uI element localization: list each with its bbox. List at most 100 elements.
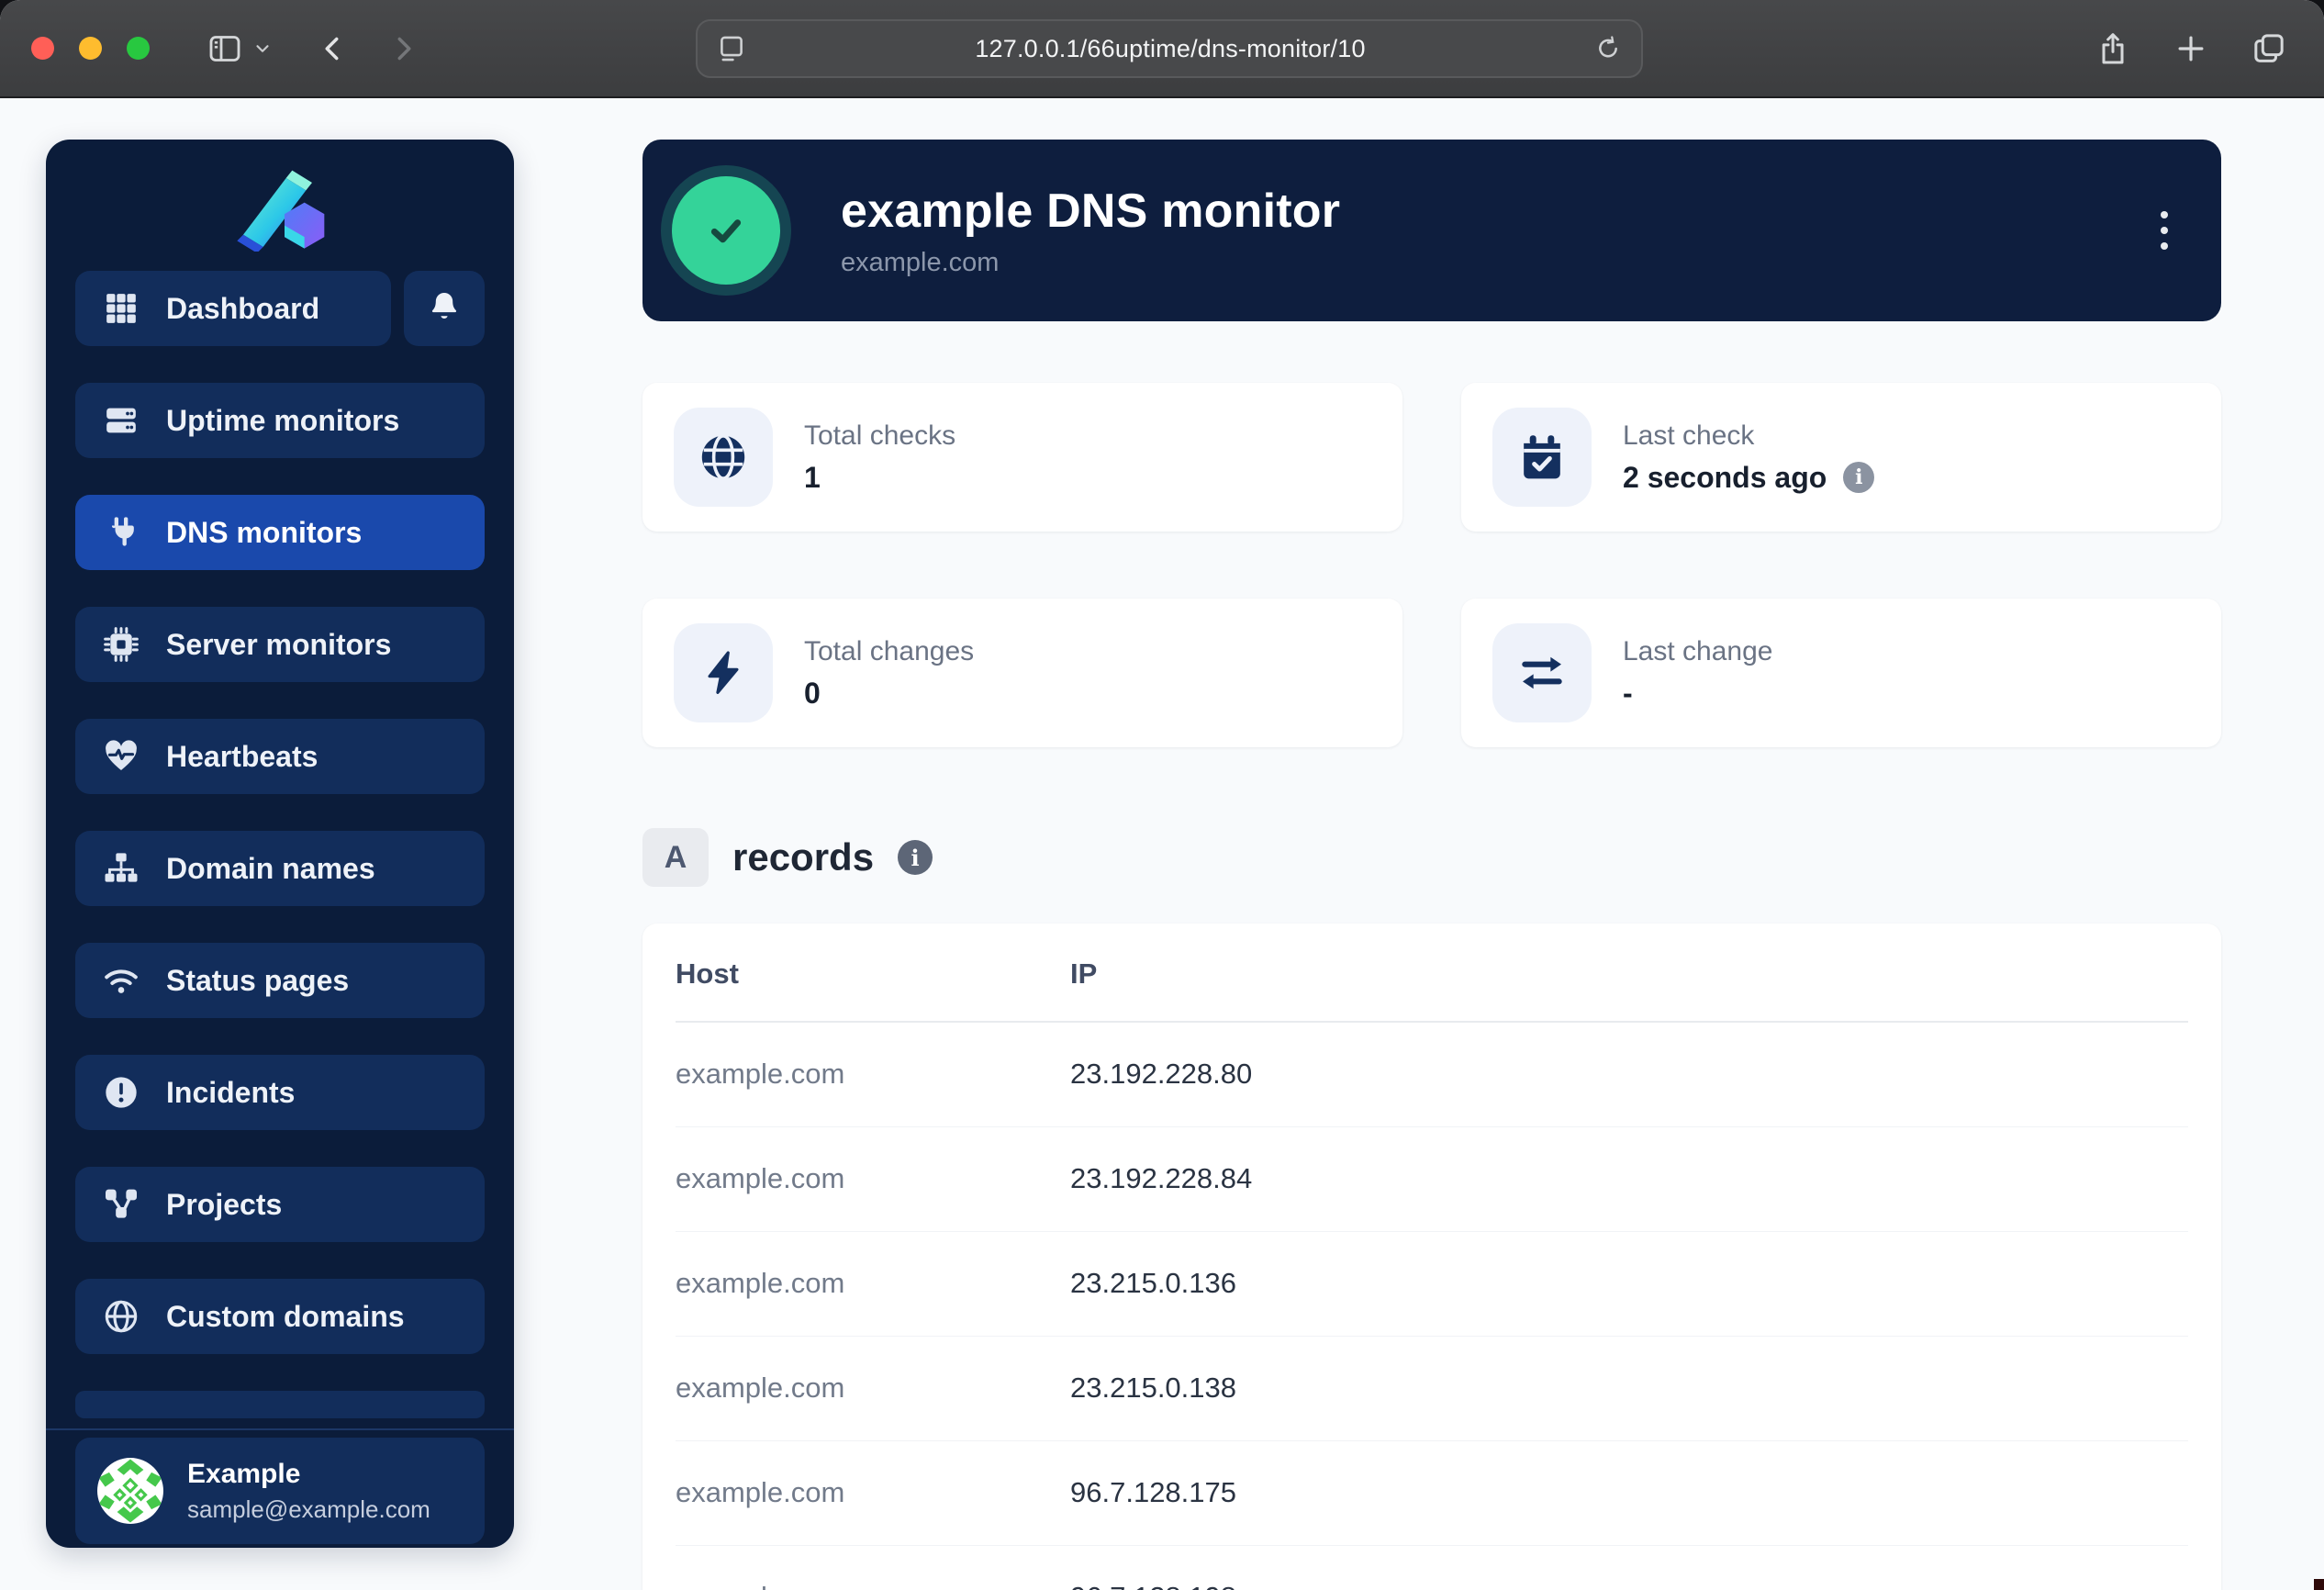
ip-cell: 96.7.128.198 — [1070, 1545, 2188, 1590]
sitemap-icon — [101, 850, 141, 887]
records-table-card: Host IP example.com 23.192.228.80 exampl… — [642, 924, 2221, 1590]
browser-toolbar: 127.0.0.1/66uptime/dns-monitor/10 — [0, 0, 2324, 98]
screen-corner-artifact — [2314, 1579, 2324, 1590]
sidebar-item-heartbeats[interactable]: Heartbeats — [75, 719, 485, 794]
sidebar-item-label: Server monitors — [166, 628, 391, 662]
stat-label: Total checks — [804, 420, 955, 452]
stat-value: 1 — [804, 461, 821, 495]
stat-card-last-change: Last change - — [1461, 599, 2221, 747]
sidebar-item-label: Projects — [166, 1188, 282, 1222]
stat-label: Last check — [1623, 420, 1874, 452]
calendar-check-icon — [1492, 408, 1592, 507]
host-cell: example.com — [676, 1336, 1070, 1440]
sidebar-item-label: DNS monitors — [166, 516, 362, 550]
user-email: sample@example.com — [187, 1495, 430, 1524]
record-type-badge: A — [642, 828, 709, 887]
records-title: records — [732, 835, 874, 879]
table-row: example.com 23.215.0.136 — [676, 1231, 2188, 1336]
heart-pulse-icon — [101, 738, 141, 775]
sidebar-toggle-icon[interactable] — [207, 30, 243, 67]
ip-cell: 23.192.228.84 — [1070, 1126, 2188, 1231]
diagram-project-icon — [101, 1186, 141, 1223]
page-content: Dashboard — [0, 100, 2324, 1590]
sidebar-item-label: Custom domains — [166, 1300, 405, 1334]
app-sidebar: Dashboard — [46, 140, 514, 1548]
browser-window: 127.0.0.1/66uptime/dns-monitor/10 — [0, 0, 2324, 1590]
sidebar-item-label: Status pages — [166, 964, 349, 998]
ip-cell: 23.215.0.136 — [1070, 1231, 2188, 1336]
sidebar-item-projects[interactable]: Projects — [75, 1167, 485, 1242]
column-header-host: Host — [676, 924, 1070, 1022]
sidebar-item-custom-domains[interactable]: Custom domains — [75, 1279, 485, 1354]
stat-label: Total changes — [804, 636, 974, 667]
sidebar-item-partial[interactable] — [75, 1391, 485, 1418]
close-window-button[interactable] — [31, 37, 54, 60]
tab-overview-icon[interactable] — [2251, 30, 2287, 67]
stat-value: - — [1623, 677, 1633, 711]
table-row: example.com 23.192.228.80 — [676, 1022, 2188, 1126]
sidebar-item-label: Uptime monitors — [166, 404, 399, 438]
sidebar-item-label: Dashboard — [166, 292, 319, 326]
stat-card-total-checks: Total checks 1 — [642, 383, 1402, 532]
address-bar[interactable]: 127.0.0.1/66uptime/dns-monitor/10 — [696, 19, 1643, 78]
sidebar-item-uptime-monitors[interactable]: Uptime monitors — [75, 383, 485, 458]
ip-cell: 23.215.0.138 — [1070, 1336, 2188, 1440]
server-stack-icon — [101, 402, 141, 439]
table-row: example.com 23.192.228.84 — [676, 1126, 2188, 1231]
info-icon[interactable]: i — [1843, 462, 1874, 493]
globe-solid-icon — [674, 408, 773, 507]
ip-cell: 23.192.228.80 — [1070, 1022, 2188, 1126]
wifi-icon — [101, 962, 141, 999]
host-cell: example.com — [676, 1440, 1070, 1545]
forward-button[interactable] — [386, 32, 419, 65]
records-info-icon[interactable]: i — [898, 840, 933, 875]
table-row: example.com 96.7.128.198 — [676, 1545, 2188, 1590]
stats-grid: Total checks 1 — [642, 383, 2221, 747]
monitor-header-card: example DNS monitor example.com — [642, 140, 2221, 321]
host-cell: example.com — [676, 1126, 1070, 1231]
url-text[interactable]: 127.0.0.1/66uptime/dns-monitor/10 — [747, 35, 1593, 63]
kebab-menu-icon[interactable] — [2148, 198, 2181, 263]
main-content: example DNS monitor example.com — [642, 140, 2221, 1590]
table-row: example.com 23.215.0.138 — [676, 1336, 2188, 1440]
share-icon[interactable] — [2095, 30, 2131, 67]
sidebar-item-domain-names[interactable]: Domain names — [75, 831, 485, 906]
page-settings-icon[interactable] — [716, 33, 747, 64]
sidebar-item-dns-monitors[interactable]: DNS monitors — [75, 495, 485, 570]
ip-cell: 96.7.128.175 — [1070, 1440, 2188, 1545]
zoom-window-button[interactable] — [127, 37, 150, 60]
host-cell: example.com — [676, 1022, 1070, 1126]
bolt-icon — [674, 623, 773, 722]
microchip-icon — [101, 626, 141, 663]
records-table: Host IP example.com 23.192.228.80 exampl… — [676, 924, 2188, 1590]
minimize-window-button[interactable] — [79, 37, 102, 60]
user-profile-card[interactable]: Example sample@example.com — [75, 1438, 485, 1544]
swap-arrows-icon — [1492, 623, 1592, 722]
new-tab-icon[interactable] — [2173, 31, 2208, 66]
host-cell: example.com — [676, 1545, 1070, 1590]
grid-icon — [101, 290, 141, 327]
toolbar-right-actions — [2095, 30, 2324, 67]
sidebar-item-label: Heartbeats — [166, 740, 318, 774]
notifications-button[interactable] — [404, 271, 485, 346]
app-logo[interactable] — [75, 160, 485, 252]
back-button[interactable] — [317, 32, 350, 65]
sidebar-item-label: Domain names — [166, 852, 375, 886]
stat-card-last-check: Last check 2 seconds ago i — [1461, 383, 2221, 532]
chevron-down-icon[interactable] — [252, 39, 273, 59]
sidebar-item-server-monitors[interactable]: Server monitors — [75, 607, 485, 682]
stat-label: Last change — [1623, 636, 1772, 667]
exclamation-circle-icon — [101, 1074, 141, 1111]
window-controls — [31, 37, 150, 60]
avatar — [97, 1458, 163, 1524]
sidebar-divider — [46, 1428, 514, 1430]
sidebar-item-dashboard[interactable]: Dashboard — [75, 271, 391, 346]
plug-icon — [101, 514, 141, 551]
records-section-header: A records i — [642, 828, 2221, 887]
sidebar-item-status-pages[interactable]: Status pages — [75, 943, 485, 1018]
reload-icon[interactable] — [1593, 34, 1623, 63]
host-cell: example.com — [676, 1231, 1070, 1336]
stat-value: 2 seconds ago — [1623, 461, 1827, 495]
sidebar-item-incidents[interactable]: Incidents — [75, 1055, 485, 1130]
status-up-icon — [672, 176, 780, 285]
